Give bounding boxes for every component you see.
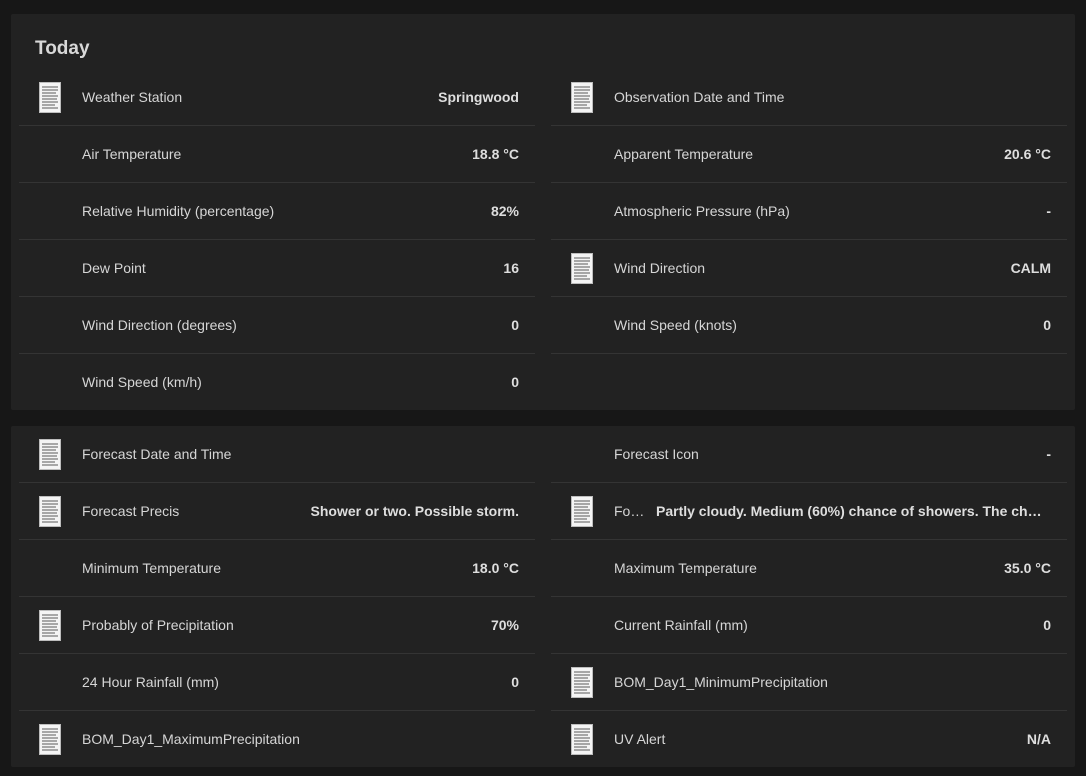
today-card: Today Weather Station Springwood Air Tem… (11, 14, 1075, 410)
entity-label: Forecast Precis (82, 503, 180, 519)
entity-label: UV Alert (614, 731, 666, 747)
entity-label: Dew Point (82, 260, 146, 276)
card-title: Today (35, 38, 90, 59)
entity-row-observation-date-time[interactable]: Observation Date and Time (551, 69, 1067, 126)
today-right-column: Observation Date and Time Apparent Tempe… (551, 69, 1067, 354)
entity-label: Wind Direction (degrees) (82, 317, 237, 333)
entity-value: 82% (490, 203, 519, 219)
entity-row-forecast-extended[interactable]: For… Partly cloudy. Medium (60%) chance … (551, 483, 1067, 540)
entity-row-apparent-temperature[interactable]: Apparent Temperature 20.6 °C (551, 126, 1067, 183)
entity-label: Wind Speed (km/h) (82, 374, 202, 390)
entity-label: Observation Date and Time (614, 89, 785, 105)
entity-value: 0 (1043, 617, 1051, 633)
entity-value: 18.8 °C (472, 146, 519, 162)
entity-row-weather-station[interactable]: Weather Station Springwood (19, 69, 535, 126)
entity-value: Shower or two. Possible storm. (310, 503, 519, 519)
entity-value: 18.0 °C (472, 560, 519, 576)
entity-value: - (1046, 446, 1051, 462)
entity-row-forecast-icon[interactable]: Forecast Icon - (551, 426, 1067, 483)
entity-row-forecast-precis[interactable]: Forecast Precis Shower or two. Possible … (19, 483, 535, 540)
entity-row-wind-speed-knots[interactable]: Wind Speed (knots) 0 (551, 297, 1067, 354)
entity-row-maximum-temperature[interactable]: Maximum Temperature 35.0 °C (551, 540, 1067, 597)
entity-row-atmospheric-pressure[interactable]: Atmospheric Pressure (hPa) - (551, 183, 1067, 240)
entity-value: 0 (511, 674, 519, 690)
entity-value: Springwood (438, 89, 519, 105)
document-icon (39, 81, 61, 113)
entity-label: Forecast Icon (614, 446, 699, 462)
today-left-column: Weather Station Springwood Air Temperatu… (19, 69, 535, 410)
document-icon (571, 723, 593, 755)
entity-row-probability-precipitation[interactable]: Probably of Precipitation 70% (19, 597, 535, 654)
entity-row-wind-speed-kmh[interactable]: Wind Speed (km/h) 0 (19, 354, 535, 410)
entity-row-relative-humidity[interactable]: Relative Humidity (percentage) 82% (19, 183, 535, 240)
document-icon (571, 252, 593, 284)
entity-label: Probably of Precipitation (82, 617, 234, 633)
entity-row-max-precipitation[interactable]: BOM_Day1_MaximumPrecipitation (19, 711, 535, 767)
entity-label: BOM_Day1_MinimumPrecipitation (614, 674, 828, 690)
document-icon (39, 609, 61, 641)
entity-value: 70% (490, 617, 519, 633)
entity-value: 0 (511, 374, 519, 390)
document-icon (39, 495, 61, 527)
entity-label: 24 Hour Rainfall (mm) (82, 674, 219, 690)
entity-label: Wind Direction (614, 260, 706, 276)
forecast-card: Forecast Date and Time Forecast Precis S… (11, 426, 1075, 767)
document-icon (39, 438, 61, 470)
entity-value: CALM (1010, 260, 1051, 276)
forecast-left-column: Forecast Date and Time Forecast Precis S… (19, 426, 535, 767)
entity-row-dew-point[interactable]: Dew Point 16 (19, 240, 535, 297)
entity-value: - (1046, 203, 1051, 219)
entity-value: N/A (1026, 731, 1051, 747)
entity-value: 16 (503, 260, 519, 276)
entity-row-forecast-date-time[interactable]: Forecast Date and Time (19, 426, 535, 483)
entity-label: Wind Speed (knots) (614, 317, 737, 333)
entity-row-current-rainfall[interactable]: Current Rainfall (mm) 0 (551, 597, 1067, 654)
entity-row-wind-direction[interactable]: Wind Direction CALM (551, 240, 1067, 297)
entity-row-24h-rainfall[interactable]: 24 Hour Rainfall (mm) 0 (19, 654, 535, 711)
entity-value: 20.6 °C (1004, 146, 1051, 162)
entity-row-uv-alert[interactable]: UV Alert N/A (551, 711, 1067, 767)
entity-value: 0 (1043, 317, 1051, 333)
document-icon (39, 723, 61, 755)
entity-value: 35.0 °C (1004, 560, 1051, 576)
entity-label: For… (614, 503, 648, 519)
entity-label: Forecast Date and Time (82, 446, 232, 462)
document-icon (571, 495, 593, 527)
entity-label: Maximum Temperature (614, 560, 757, 576)
entity-row-wind-direction-degrees[interactable]: Wind Direction (degrees) 0 (19, 297, 535, 354)
document-icon (571, 666, 593, 698)
entity-label: Relative Humidity (percentage) (82, 203, 275, 219)
entity-row-air-temperature[interactable]: Air Temperature 18.8 °C (19, 126, 535, 183)
entity-label: Air Temperature (82, 146, 182, 162)
entity-row-min-precipitation[interactable]: BOM_Day1_MinimumPrecipitation (551, 654, 1067, 711)
entity-label: Minimum Temperature (82, 560, 222, 576)
entity-row-minimum-temperature[interactable]: Minimum Temperature 18.0 °C (19, 540, 535, 597)
entity-label: Apparent Temperature (614, 146, 754, 162)
entity-label: Atmospheric Pressure (hPa) (614, 203, 790, 219)
entity-value: Partly cloudy. Medium (60%) chance of sh… (656, 503, 1050, 519)
document-icon (571, 81, 593, 113)
entity-value: 0 (511, 317, 519, 333)
forecast-right-column: Forecast Icon - For… Partly cloudy. Medi… (551, 426, 1067, 767)
entity-label: Weather Station (82, 89, 183, 105)
entity-label: Current Rainfall (mm) (614, 617, 748, 633)
entity-label: BOM_Day1_MaximumPrecipitation (82, 731, 300, 747)
